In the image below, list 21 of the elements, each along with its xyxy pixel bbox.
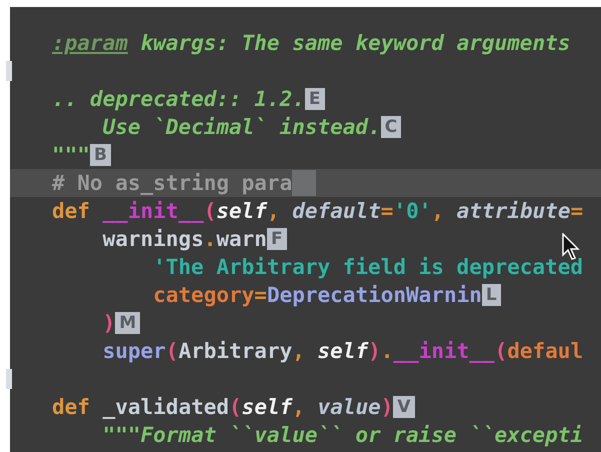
code-text: .. deprecated:: 1.2. [52, 86, 305, 113]
code-text: """Format ``value`` or raise ``excepti [102, 422, 583, 449]
code-text: def _validated(self, value) [52, 394, 394, 421]
jump-hint-label[interactable]: B [90, 144, 111, 166]
code-text: 'The Arbitrary field is deprecated [153, 254, 583, 281]
jump-hint-label[interactable]: F [266, 228, 287, 250]
code-text: :param kwargs: The same keyword arguments [52, 30, 570, 57]
code-text: ) [102, 310, 116, 337]
code-text: Use `Decimal` instead. [102, 114, 381, 141]
code-text: warnings.warn [102, 226, 267, 253]
jump-hint-label[interactable]: L [482, 284, 501, 306]
code-text: category=DeprecationWarnin [153, 282, 482, 309]
jump-hint-label[interactable]: E [304, 88, 324, 110]
code-text: super(Arbitrary, self).__init__(defaul [102, 338, 584, 365]
code-text: def __init__(self, default='0', attribute= [52, 198, 584, 225]
jump-hint-label[interactable]: V [393, 396, 415, 418]
code-text: # No as_string para [52, 170, 292, 197]
jump-hint-label[interactable]: M [115, 312, 140, 334]
caret-block [292, 170, 316, 196]
jump-hint-label[interactable]: C [380, 116, 402, 138]
code-text: """ [52, 142, 90, 169]
